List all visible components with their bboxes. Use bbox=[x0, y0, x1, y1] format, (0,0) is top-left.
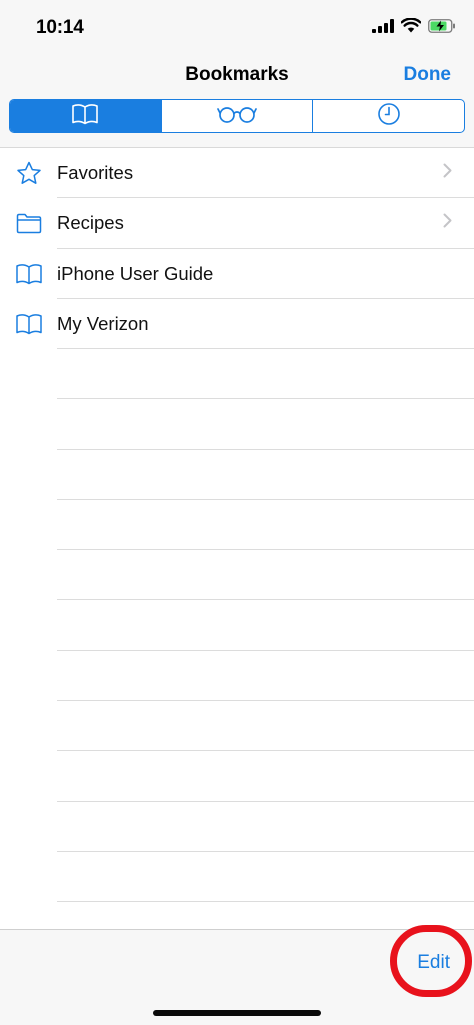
empty-row-divider bbox=[0, 500, 474, 551]
chevron-right-icon bbox=[443, 163, 452, 183]
star-icon bbox=[15, 161, 43, 185]
list-item-label: My Verizon bbox=[57, 313, 149, 335]
status-bar: 10:14 bbox=[0, 0, 474, 56]
chevron-right-icon bbox=[443, 213, 452, 233]
list-item-label: iPhone User Guide bbox=[57, 262, 214, 284]
empty-row-divider bbox=[0, 701, 474, 752]
folder-icon bbox=[15, 211, 43, 235]
home-indicator[interactable] bbox=[153, 1010, 321, 1016]
bookmarks-segmented-control bbox=[9, 99, 465, 133]
book-icon bbox=[71, 103, 99, 130]
tab-bookmarks[interactable] bbox=[10, 100, 161, 132]
list-item-recipes[interactable]: Recipes bbox=[0, 198, 474, 249]
empty-row-divider bbox=[0, 399, 474, 450]
wifi-icon bbox=[400, 17, 422, 38]
empty-list-area bbox=[0, 349, 474, 903]
reading-glasses-icon bbox=[217, 104, 257, 129]
empty-row-divider bbox=[0, 349, 474, 400]
empty-row-divider bbox=[0, 550, 474, 601]
tab-reading-list[interactable] bbox=[160, 100, 313, 132]
bookmarks-list: Favorites Recipes iPhone User Guide My V… bbox=[0, 148, 474, 350]
book-icon bbox=[15, 262, 43, 286]
book-icon bbox=[15, 312, 43, 336]
empty-row-divider bbox=[0, 751, 474, 802]
list-item-my-verizon[interactable]: My Verizon bbox=[0, 299, 474, 350]
clock-icon bbox=[377, 102, 401, 131]
list-item-label: Recipes bbox=[57, 212, 124, 234]
edit-highlight-circle bbox=[390, 925, 472, 997]
done-button[interactable]: Done bbox=[404, 64, 452, 86]
empty-row-divider bbox=[0, 651, 474, 702]
empty-row-divider bbox=[0, 802, 474, 853]
battery-charging-icon bbox=[428, 18, 456, 38]
status-time: 10:14 bbox=[36, 17, 84, 38]
cellular-signal-icon bbox=[372, 18, 394, 38]
list-item-iphone-user-guide[interactable]: iPhone User Guide bbox=[0, 249, 474, 300]
list-item-favorites[interactable]: Favorites bbox=[0, 148, 474, 199]
header-area: 10:14 Bookmarks Done bbox=[0, 0, 474, 148]
empty-row-divider bbox=[0, 450, 474, 501]
status-icons bbox=[372, 17, 456, 38]
empty-row-divider bbox=[0, 852, 474, 903]
empty-row-divider bbox=[0, 600, 474, 652]
tab-history[interactable] bbox=[312, 100, 464, 132]
list-item-label: Favorites bbox=[57, 162, 134, 184]
